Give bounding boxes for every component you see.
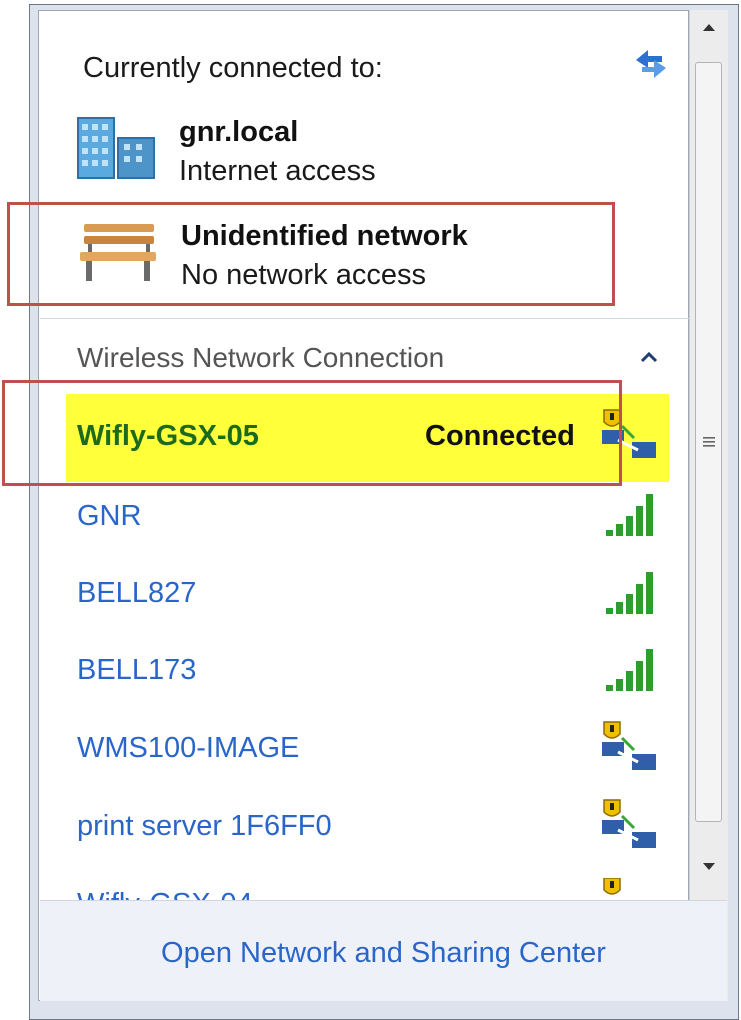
scroll-up-arrow-icon[interactable] <box>690 10 728 44</box>
collapse-chevron-icon[interactable] <box>638 346 660 368</box>
flyout-footer: Open Network and Sharing Center <box>40 900 727 1001</box>
network-name: print server 1F6FF0 <box>77 810 332 842</box>
grip-icon <box>702 437 715 447</box>
connection-status: Internet access <box>179 155 376 187</box>
open-network-sharing-center-link[interactable]: Open Network and Sharing Center <box>40 937 727 970</box>
domain-network-icon <box>74 112 158 184</box>
scroll-down-arrow-icon[interactable] <box>690 850 728 884</box>
adhoc-network-icon <box>598 878 660 900</box>
annotation-box-connected <box>2 380 622 486</box>
signal-bars-icon <box>604 645 662 693</box>
signal-bars-icon <box>604 490 662 538</box>
currently-connected-heading: Currently connected to: <box>83 52 383 84</box>
signal-bars-icon <box>604 568 662 616</box>
wifi-network-wifly-gsx-04[interactable]: Wifly-GSX-04 <box>40 878 689 900</box>
section-divider <box>40 318 689 319</box>
annotation-box-unidentified <box>7 202 615 306</box>
network-name: BELL827 <box>77 577 197 609</box>
network-name: Wifly-GSX-04 <box>77 888 253 900</box>
adhoc-network-icon <box>598 796 660 856</box>
network-name: BELL173 <box>77 654 197 686</box>
vertical-scrollbar[interactable] <box>689 10 728 1001</box>
adhoc-network-icon <box>598 718 660 778</box>
wireless-section-label: Wireless Network Connection <box>77 342 445 373</box>
network-name: GNR <box>77 500 142 532</box>
connection-name: gnr.local <box>179 116 299 148</box>
network-name: WMS100-IMAGE <box>77 732 300 764</box>
refresh-icon[interactable] <box>630 44 670 80</box>
scrollbar-thumb[interactable] <box>695 62 722 822</box>
